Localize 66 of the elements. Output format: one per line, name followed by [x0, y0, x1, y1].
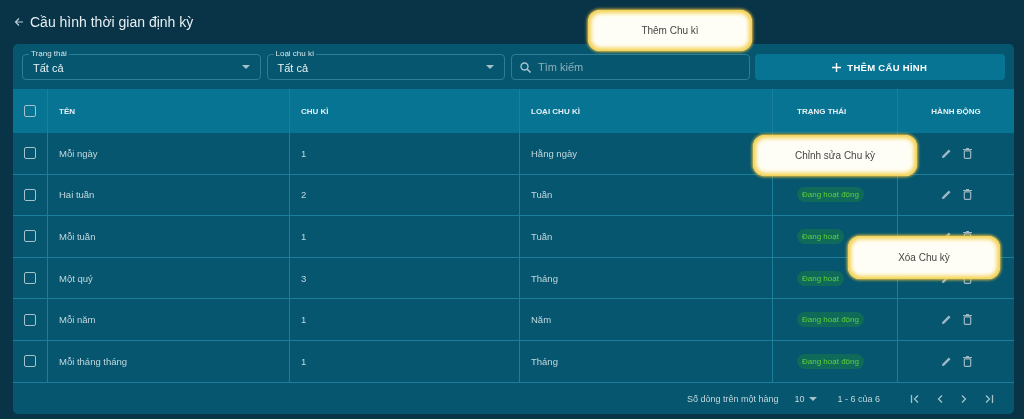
add-config-button[interactable]: THÊM CẤU HÌNH: [754, 54, 1005, 80]
delete-icon[interactable]: [962, 189, 972, 201]
edit-icon[interactable]: [940, 147, 952, 159]
table-cell: 1: [301, 231, 307, 242]
column-header: LOẠI CHU KÌ: [531, 106, 580, 116]
search-icon: [520, 62, 531, 73]
checkbox[interactable]: [24, 188, 36, 201]
table-cell: Mỗi tháng tháng: [59, 355, 128, 367]
delete-icon[interactable]: [962, 355, 972, 367]
table-cell: Mỗi ngày: [59, 147, 98, 159]
status-badge: Đang hoạt động: [797, 312, 864, 328]
search-field[interactable]: Tìm kiếm: [511, 54, 750, 80]
field-label: Trạng thái: [29, 49, 69, 58]
column-header: TÊN: [59, 106, 75, 116]
column-header: TRẠNG THÁI: [797, 106, 847, 116]
table-cell: Tháng: [531, 272, 558, 284]
edit-icon[interactable]: [940, 189, 952, 201]
table-cell: Hằng ngày: [531, 147, 577, 159]
edit-icon[interactable]: [940, 355, 952, 367]
page-range: 1 - 6 của 6: [837, 394, 880, 405]
field-value: Tất cả: [277, 61, 310, 74]
plus-icon: [832, 62, 842, 72]
rows-per-page-select[interactable]: 10: [794, 394, 818, 405]
table-cell: 1: [301, 355, 307, 367]
back-arrow-icon[interactable]: [14, 17, 24, 27]
table-cell: Mỗi tuần: [59, 231, 96, 242]
table-cell: Hai tuần: [59, 189, 95, 201]
previous-page-icon[interactable]: [936, 394, 944, 405]
table-cell: 3: [301, 272, 307, 284]
checkbox[interactable]: [24, 105, 36, 117]
table-cell: Năm: [531, 314, 552, 326]
next-page-icon[interactable]: [960, 394, 968, 405]
checkbox[interactable]: [24, 272, 36, 285]
table-cell: Tháng: [531, 355, 558, 367]
dropdown-caret-icon: [241, 65, 250, 69]
table-cell: Mỗi năm: [59, 314, 96, 326]
checkbox[interactable]: [24, 355, 36, 368]
field-label: Loại chu kì: [273, 49, 317, 58]
status-badge: Đang hoạt: [797, 229, 844, 244]
callout-text: Chỉnh sửa Chu kỳ: [794, 150, 876, 161]
last-page-icon[interactable]: [984, 394, 994, 405]
column-header: CHU KÌ: [301, 106, 329, 116]
column-header: HÀNH ĐỘNG: [931, 106, 981, 116]
status-badge: Đang hoạt động: [797, 187, 864, 203]
dropdown-caret-icon: [486, 65, 494, 69]
edit-icon[interactable]: [940, 314, 952, 326]
status-badge: Đang hoạt: [797, 270, 844, 286]
dropdown-caret-icon: [809, 397, 818, 402]
delete-icon[interactable]: [962, 147, 972, 159]
checkbox[interactable]: [24, 313, 36, 326]
callout-text: Xóa Chu kỳ: [898, 252, 950, 263]
table-cell: Một quý: [59, 272, 93, 284]
checkbox[interactable]: [24, 230, 36, 243]
delete-icon[interactable]: [962, 314, 972, 326]
first-page-icon[interactable]: [910, 394, 920, 405]
table-cell: 1: [301, 314, 307, 326]
callout-text: Thêm Chu kì: [641, 25, 699, 36]
table-cell: 2: [301, 189, 307, 201]
field-value: Tất cả: [33, 61, 65, 74]
status-badge: Đang hoạt động: [797, 353, 864, 369]
table-cell: 1: [301, 147, 307, 159]
checkbox[interactable]: [24, 147, 36, 160]
table-cell: Tuần: [531, 189, 553, 201]
rows-per-page-label: Số dòng trên một hàng: [686, 394, 779, 405]
table-cell: Tuần: [531, 231, 553, 242]
page-title: Cầu hình thời gian định kỳ: [30, 14, 194, 30]
